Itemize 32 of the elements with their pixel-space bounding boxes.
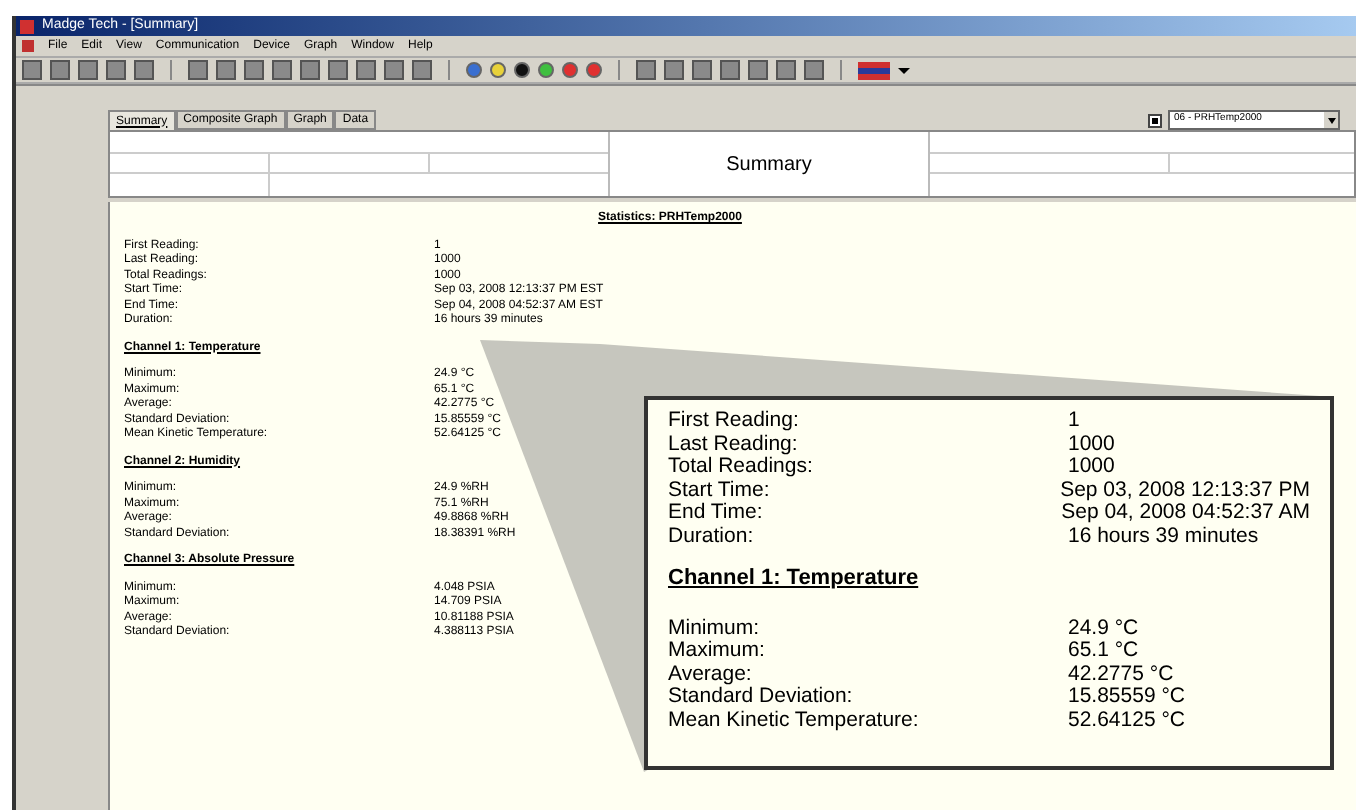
dropdown-arrow-icon [1327,117,1335,123]
stat-label: Standard Deviation: [668,686,855,709]
document-icon [22,40,34,52]
stat-label: Total Readings: [668,456,815,479]
check-icon [1152,117,1158,123]
flag-icon[interactable] [858,61,890,79]
stat-value: Sep 04, 2008 04:52:37 AM [1061,502,1310,525]
channel-heading: Channel 1: Temperature [668,566,919,590]
app-icon [20,19,34,33]
stat-value: 52.64125 °C [1068,709,1185,732]
dropdown-arrow-icon[interactable] [898,67,910,73]
stat-value: 1 [1068,410,1080,433]
header-title: Summary [726,151,812,179]
stat-value: 1000 [1068,456,1115,479]
stat-value: 1000 [1068,433,1115,456]
stat-label: Duration: [668,525,756,548]
stat-value: 24.9 °C [1068,617,1139,640]
stat-label: Average: [668,663,754,685]
stat-label: Start Time: [668,479,772,502]
stat-label: End Time: [668,502,765,525]
stat-value: 16 hours 39 minutes [1068,525,1259,548]
stat-value: 65.1 °C [1068,640,1139,663]
stat-value: 15.85559 °C [1068,686,1185,709]
dropdown-button[interactable] [1324,112,1338,128]
stat-value: 42.2775 °C [1068,663,1174,686]
stat-label: Last Reading: [668,433,798,455]
stat-value: Sep 03, 2008 12:13:37 PM [1060,479,1310,502]
stat-label: Maximum: [668,640,767,663]
stat-label: First Reading: [668,410,801,433]
stat-label: Mean Kinetic Temperature: [668,709,921,732]
device-checkbox[interactable] [1148,113,1162,127]
stat-label: Minimum: [668,617,762,640]
